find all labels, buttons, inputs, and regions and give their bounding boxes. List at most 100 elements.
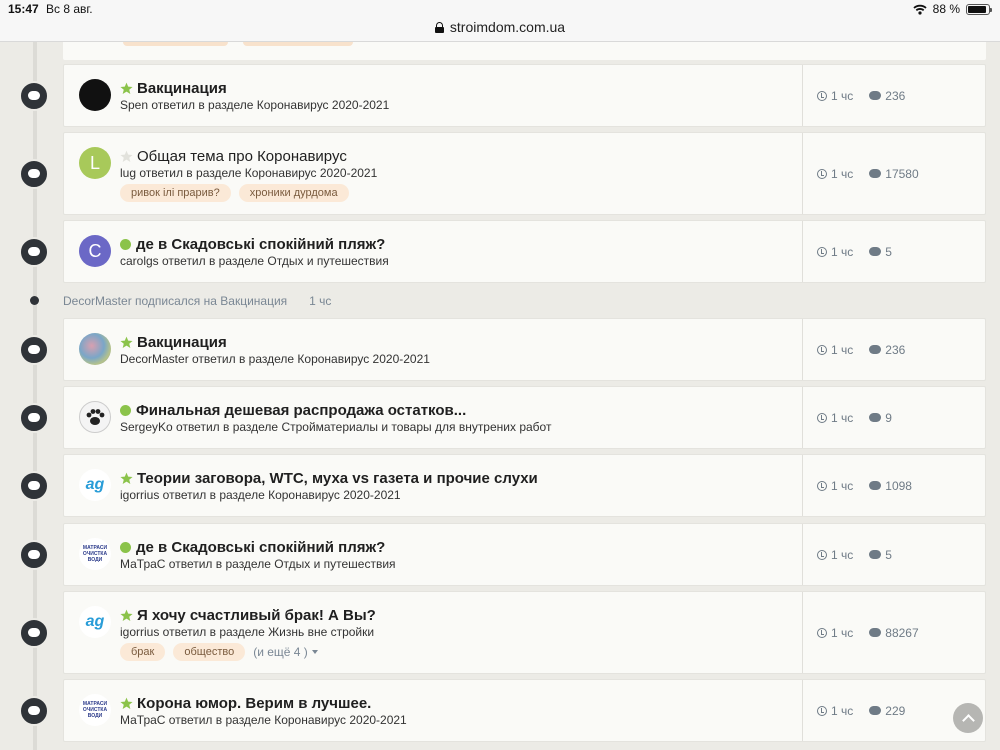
timeline-comment-icon <box>19 236 49 267</box>
reply-count: 5 <box>885 547 892 562</box>
timeline-comment-icon <box>19 617 49 648</box>
clock-icon <box>817 168 827 179</box>
topic-title-text: де в Скадовські спокійний пляж? <box>136 539 386 556</box>
reply-count: 236 <box>885 342 906 357</box>
avatar[interactable] <box>79 401 111 433</box>
clock-icon <box>817 549 827 560</box>
address-bar[interactable]: stroimdom.com.ua <box>0 19 1000 35</box>
topic-time: 1 чс <box>831 88 854 103</box>
topic-card[interactable]: ag Я хочу счастливый брак! А Вы? igorriu… <box>63 591 986 674</box>
url-text: stroimdom.com.ua <box>449 19 566 35</box>
comment-icon <box>869 628 882 637</box>
status-date: Вс 8 авг. <box>46 2 93 16</box>
topic-title[interactable]: Финальная дешевая распродажа остатков... <box>120 402 466 419</box>
topic-subtitle: igorrius ответил в разделе Коронавирус 2… <box>120 488 401 502</box>
topic-title-text: де в Скадовські спокійний пляж? <box>136 236 386 253</box>
more-tags-label: (и ещё 4 ) <box>253 645 308 659</box>
topic-card[interactable]: C де в Скадовські спокійний пляж? carolg… <box>63 220 986 283</box>
topic-time: 1 чс <box>831 478 854 493</box>
tag-list: брак общество (и ещё 4 ) <box>120 643 318 661</box>
topic-title[interactable]: де в Скадовські спокійний пляж? <box>120 539 385 556</box>
comment-icon <box>869 247 882 256</box>
topic-subtitle: Spen ответил в разделе Коронавирус 2020-… <box>120 98 390 112</box>
featured-star-icon <box>120 697 133 710</box>
topic-subtitle: carolgs ответил в разделе Отдых и путеше… <box>120 254 389 268</box>
unread-dot-icon <box>120 542 131 553</box>
topic-title[interactable]: Я хочу счастливый брак! А Вы? <box>120 607 376 624</box>
topic-meta: 1 чс 5 <box>802 221 892 282</box>
topic-title[interactable]: Теории заговора, WTC, муха vs газета и п… <box>120 470 538 487</box>
topic-meta: 1 чс 5 <box>802 524 892 585</box>
topic-title[interactable]: Вакцинация <box>120 80 227 97</box>
timeline-comment-icon <box>19 695 49 726</box>
avatar[interactable]: МАТРАСИ ОЧИСТКА ВОДИ <box>79 694 111 726</box>
topic-title-text: Теории заговора, WTC, муха vs газета и п… <box>137 470 538 487</box>
activity-entry[interactable]: DecorMaster подписался на Вакцинация 1 чс <box>63 294 331 308</box>
clock-icon <box>817 412 827 423</box>
topic-title-text: Вакцинация <box>137 80 227 97</box>
comment-icon <box>869 550 882 559</box>
tag[interactable]: хроники дурдома <box>238 184 349 202</box>
tag-list: ривок ілі прарив? хроники дурдома <box>120 184 349 202</box>
wifi-icon <box>913 4 927 15</box>
avatar[interactable]: L <box>79 147 111 179</box>
topic-card[interactable]: ag Теории заговора, WTC, муха vs газета … <box>63 454 986 517</box>
topic-title[interactable]: Вакцинация <box>120 334 227 351</box>
topic-title[interactable]: Общая тема про Коронавирус <box>120 148 347 165</box>
topic-title[interactable]: Корона юмор. Верим в лучшее. <box>120 695 371 712</box>
avatar-text: МАТРАСИ ОЧИСТКА ВОДИ <box>82 545 108 563</box>
tag[interactable]: ривок ілі прарив? <box>120 184 231 202</box>
topic-title[interactable]: де в Скадовські спокійний пляж? <box>120 236 385 253</box>
avatar[interactable]: ag <box>79 469 111 501</box>
reply-count: 1098 <box>885 478 912 493</box>
star-outline-icon <box>120 150 133 163</box>
reply-count: 5 <box>885 244 892 259</box>
tag[interactable]: общество <box>173 643 246 661</box>
topic-subtitle: igorrius ответил в разделе Жизнь вне стр… <box>120 625 375 639</box>
topic-card[interactable]: Финальная дешевая распродажа остатков...… <box>63 386 986 449</box>
avatar[interactable]: ag <box>79 606 111 638</box>
avatar[interactable] <box>79 333 111 365</box>
avatar[interactable]: C <box>79 235 111 267</box>
scroll-top-button[interactable] <box>953 703 983 733</box>
battery-percent: 88 % <box>932 2 960 16</box>
comment-icon <box>869 91 882 100</box>
featured-star-icon <box>120 336 133 349</box>
more-tags-button[interactable]: (и ещё 4 ) <box>253 645 318 659</box>
topic-card[interactable]: L Общая тема про Коронавирус lug ответил… <box>63 132 986 215</box>
timeline-small-dot <box>30 296 39 305</box>
comment-icon <box>869 169 882 178</box>
topic-meta: 1 чс 9 <box>802 387 892 448</box>
topic-card[interactable]: МАТРАСИ ОЧИСТКА ВОДИ де в Скадовські спо… <box>63 523 986 586</box>
tag[interactable]: брак <box>120 643 166 661</box>
status-bar: 15:47 Вс 8 авг. stroimdom.com.ua 88 % <box>0 0 1000 42</box>
reply-count: 229 <box>885 703 906 718</box>
topic-title-text: Общая тема про Коронавирус <box>137 148 347 165</box>
topic-card[interactable]: Вакцинация DecorMaster ответил в разделе… <box>63 318 986 381</box>
topic-time: 1 чс <box>831 547 854 562</box>
topic-meta: 1 чс 1098 <box>802 455 912 516</box>
activity-text: DecorMaster подписался на Вакцинация <box>63 294 288 308</box>
topic-meta: 1 чс 17580 <box>802 133 919 214</box>
status-indicators: 88 % <box>913 2 992 16</box>
topic-subtitle: SergeyKo ответил в разделе Стройматериал… <box>120 420 552 434</box>
topic-card[interactable]: Вакцинация Spen ответил в разделе Корона… <box>63 64 986 127</box>
reply-count: 88267 <box>885 625 919 640</box>
comment-icon <box>869 345 882 354</box>
topic-title-text: Финальная дешевая распродажа остатков... <box>136 402 467 419</box>
unread-dot-icon <box>120 405 131 416</box>
topic-meta: 1 чс 88267 <box>802 592 919 673</box>
avatar-text: МАТРАСИ ОЧИСТКА ВОДИ <box>82 701 108 719</box>
topic-title-text: Вакцинация <box>137 334 227 351</box>
avatar[interactable] <box>79 79 111 111</box>
timeline-comment-icon <box>19 539 49 570</box>
avatar-text: L <box>89 152 100 173</box>
clock-icon <box>817 705 827 716</box>
comment-icon <box>869 481 882 490</box>
topic-card[interactable]: МАТРАСИ ОЧИСТКА ВОДИ Корона юмор. Верим … <box>63 679 986 742</box>
unread-dot-icon <box>120 239 131 250</box>
avatar[interactable]: МАТРАСИ ОЧИСТКА ВОДИ <box>79 538 111 570</box>
reply-count: 236 <box>885 88 906 103</box>
topic-meta: 1 чс 229 <box>802 680 905 741</box>
battery-icon <box>966 3 992 15</box>
